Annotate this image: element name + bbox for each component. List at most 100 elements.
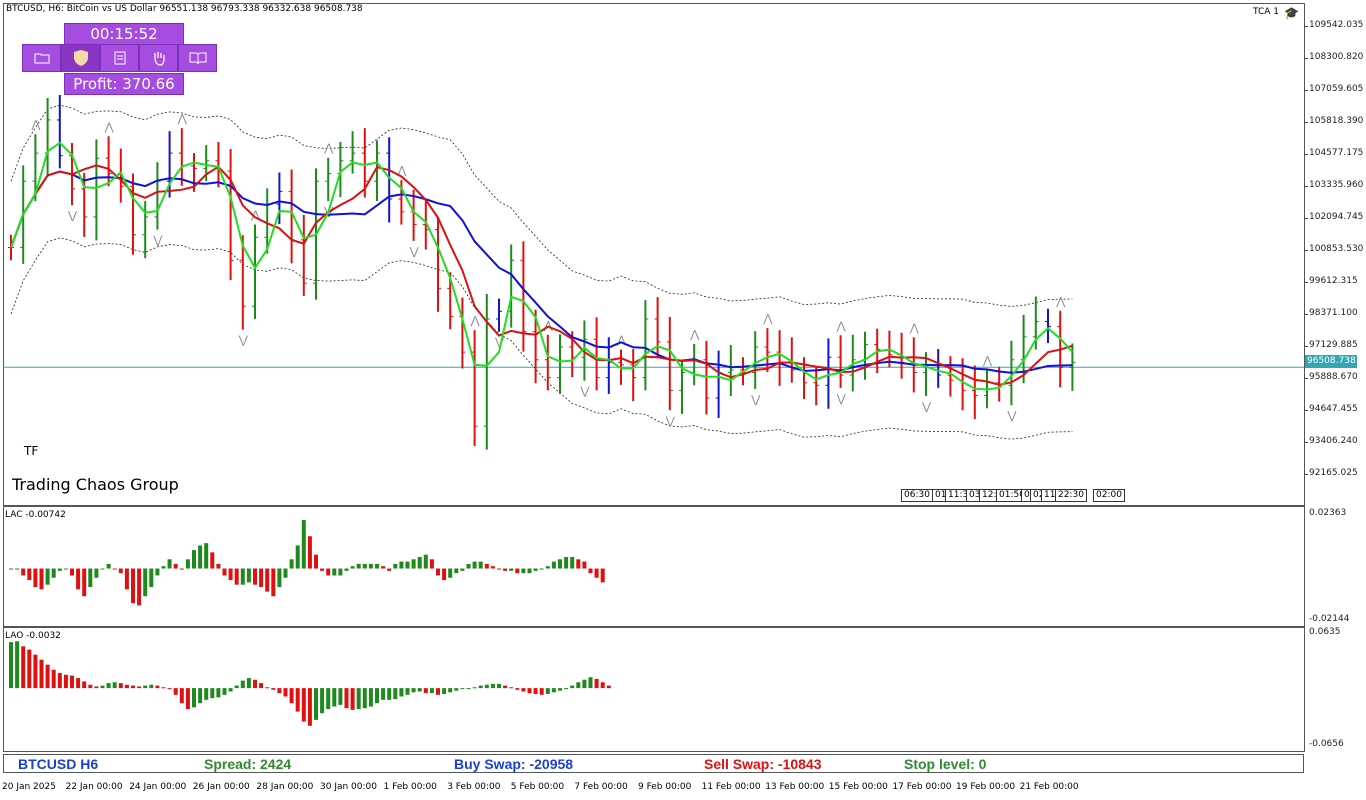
lao-bar — [417, 688, 422, 692]
lao-bar — [70, 675, 74, 689]
lac-bar — [338, 568, 343, 576]
lac-bar — [478, 561, 483, 569]
lac-bar — [15, 568, 20, 570]
lao-bar — [179, 688, 184, 704]
price-tick-label: 105818.390 — [1309, 116, 1364, 126]
price-tick-mark — [1304, 218, 1308, 219]
lac-bar — [289, 559, 294, 569]
lac-bar — [356, 563, 361, 569]
price-tick-mark — [1304, 442, 1308, 443]
lac-bar — [332, 568, 337, 576]
lao-bar — [9, 642, 13, 689]
date-label: 22 Jan 00:00 — [65, 782, 123, 792]
lac-bar — [314, 554, 318, 569]
fractal-down-marker: ⋁ — [665, 414, 676, 427]
lac-bar — [240, 568, 245, 585]
lac-bar — [527, 568, 532, 574]
lao-bar — [332, 688, 337, 707]
lac-bar — [460, 568, 465, 571]
lao-bar — [423, 688, 428, 694]
lao-bar — [594, 678, 599, 689]
price-tick-mark — [1304, 122, 1308, 123]
lac-bar — [253, 568, 257, 585]
lao-bar — [88, 684, 93, 689]
price-chart[interactable]: ⋀⋁⋀⋁⋀⋁⋀⋀⋁⋀⋁⋀⋁⋀⋁⋀⋁⋀⋁⋀⋀⋁⋀⋁⋀⋁⋀ — [3, 3, 1304, 505]
lac-bar — [417, 556, 422, 569]
price-tick-mark — [1304, 346, 1308, 347]
price-tick-label: 109542.035 — [1309, 20, 1364, 30]
lao-bar — [234, 685, 239, 689]
lao-bar — [490, 683, 495, 689]
lao-bar — [45, 664, 50, 689]
price-tick-mark — [1304, 154, 1308, 155]
lao-bar — [399, 688, 404, 697]
lao-bar — [393, 688, 398, 699]
lac-bar — [570, 556, 575, 569]
lac-bar — [588, 568, 593, 574]
hand-icon[interactable] — [139, 44, 178, 72]
date-label: 17 Feb 00:00 — [892, 782, 952, 792]
lao-bar — [509, 687, 514, 689]
lao-bar — [466, 688, 471, 690]
document-icon[interactable] — [100, 44, 139, 72]
price-tick-label: 99612.315 — [1309, 276, 1358, 286]
date-label: 9 Feb 00:00 — [638, 782, 692, 792]
lao-bar — [295, 688, 300, 712]
price-tick-label: 100853.530 — [1309, 244, 1364, 254]
lao-bar — [76, 678, 81, 689]
shield-icon[interactable] — [61, 44, 100, 72]
lac-bar — [265, 568, 270, 592]
lao-bar — [539, 688, 544, 695]
lac-bar — [375, 563, 379, 569]
lao-bar — [259, 683, 264, 689]
lac-bar — [551, 561, 556, 569]
lac-bar — [539, 568, 544, 570]
lao-bar — [289, 688, 294, 704]
fractal-up-marker: ⋀ — [177, 112, 188, 125]
lao-bar — [356, 688, 361, 710]
lao-bar — [57, 673, 62, 689]
status-spread: Spread: 2424 — [204, 756, 292, 772]
price-tick-mark — [1304, 474, 1308, 475]
lac-bar — [454, 568, 459, 574]
lao-bar — [551, 688, 556, 693]
lac-bar — [63, 568, 68, 570]
lac-bar — [192, 550, 196, 569]
lao-bar — [155, 685, 160, 689]
lao-bar — [314, 688, 318, 720]
lao-bar — [271, 688, 276, 690]
lao-bar — [112, 682, 117, 689]
lao-bar — [161, 687, 166, 689]
lac-bar — [423, 554, 428, 569]
lac-bar — [82, 568, 87, 597]
lao-bar — [15, 641, 20, 689]
folder-icon[interactable] — [22, 44, 61, 72]
fractal-down-marker: ⋁ — [750, 393, 761, 406]
profit-display: Profit: 370.66 — [64, 73, 184, 95]
lac-bar — [118, 568, 123, 574]
book-icon[interactable] — [178, 44, 217, 72]
lao-bar — [460, 688, 465, 690]
fractal-down-marker: ⋁ — [579, 385, 590, 398]
price-tick-label: 94647.455 — [1309, 404, 1358, 414]
lac-bar — [533, 568, 538, 571]
lao-bar — [39, 659, 44, 689]
lao-bar — [368, 688, 373, 707]
lao-bar — [33, 654, 38, 689]
lac-bar — [198, 545, 203, 569]
lao-bar — [570, 685, 575, 689]
price-tick-mark — [1304, 58, 1308, 59]
lac-bar — [271, 568, 276, 597]
lac-bar — [307, 536, 312, 569]
lao-bar — [344, 688, 349, 709]
lac-bar — [167, 559, 172, 569]
lac-bar — [594, 568, 599, 578]
lac-bar — [326, 568, 331, 576]
current-price-tag: 96508.738 — [1305, 355, 1357, 368]
lao-bar — [216, 688, 221, 698]
time-box: 02:00 — [1093, 489, 1125, 502]
lac-bar — [100, 568, 105, 570]
fractal-up-marker: ⋀ — [470, 314, 481, 327]
price-tick-mark — [1304, 186, 1308, 187]
lao-bar — [131, 685, 135, 689]
